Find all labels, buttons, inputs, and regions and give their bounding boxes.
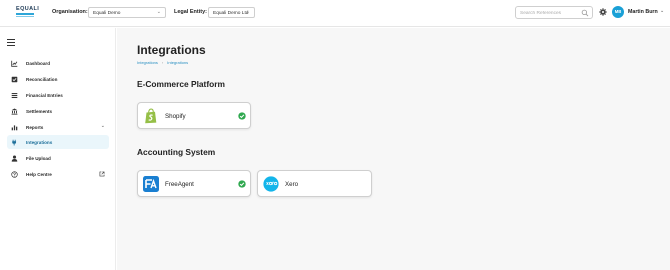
sidebar: Dashboard Reconciliation Financial Entri… — [0, 28, 116, 270]
organisation-label: Organisation: — [52, 9, 88, 15]
equali-logo[interactable]: EQUALI — [16, 6, 40, 17]
breadcrumb-current[interactable]: Integrations — [167, 60, 188, 65]
xero-logo-icon — [263, 176, 279, 192]
organisation-value: Equali Demo — [93, 10, 121, 16]
sidebar-item-integrations[interactable]: Integrations — [7, 135, 109, 149]
sidebar-item-dashboard[interactable]: Dashboard — [7, 56, 109, 70]
page-title: Integrations — [137, 43, 206, 57]
integration-card-freeagent[interactable]: FreeAgent — [137, 170, 251, 197]
sidebar-item-settlements[interactable]: Settlements — [7, 104, 109, 118]
integration-card-xero[interactable]: Xero — [257, 170, 372, 197]
sidebar-item-help-centre[interactable]: Help Centre — [7, 167, 109, 181]
chevron-down-icon[interactable]: ⌄ — [660, 8, 664, 14]
section-title-ecommerce: E-Commerce Platform — [137, 79, 225, 89]
sidebar-item-label: Reports — [26, 124, 44, 130]
user-name[interactable]: Martin Burn — [628, 9, 658, 15]
sidebar-item-label: Integrations — [26, 139, 53, 145]
logo-underline — [16, 13, 34, 15]
sidebar-item-file-upload[interactable]: File Upload — [7, 151, 109, 165]
search-box — [515, 6, 593, 19]
sidebar-item-label: Financial Entries — [26, 92, 63, 98]
integration-card-shopify[interactable]: Shopify — [137, 102, 251, 129]
sidebar-item-label: Dashboard — [26, 60, 50, 66]
menu-icon[interactable] — [7, 39, 15, 46]
logo-underline-secondary — [16, 15, 34, 17]
breadcrumb-link[interactable]: Integrations — [137, 60, 158, 65]
breadcrumb-separator: › — [161, 60, 164, 65]
list-icon — [11, 92, 18, 98]
breadcrumb: Integrations › Integrations — [137, 60, 188, 65]
checkbox-icon — [11, 76, 18, 82]
search-icon[interactable] — [581, 9, 589, 17]
plug-icon — [12, 139, 17, 145]
main-content: Integrations Integrations › Integrations E… — [117, 28, 670, 270]
top-bar: EQUALI Organisation: Equali Demo ⌄ Legal… — [0, 0, 670, 27]
chevron-down-icon: ⌄ — [245, 9, 250, 15]
logo-text: EQUALI — [16, 6, 40, 12]
chevron-down-icon[interactable]: ⌄ — [101, 123, 105, 129]
freeagent-logo-icon — [143, 176, 159, 192]
sidebar-item-reconciliation[interactable]: Reconciliation — [7, 72, 109, 86]
connected-check-icon — [238, 112, 246, 120]
bank-icon — [11, 108, 18, 115]
legal-entity-select[interactable]: Equali Demo Ltd ⌄ — [208, 7, 255, 18]
external-link-icon[interactable] — [99, 171, 105, 177]
search-input[interactable] — [520, 9, 580, 17]
gear-icon[interactable] — [599, 8, 607, 16]
sidebar-item-label: File Upload — [26, 155, 51, 161]
integration-name: Xero — [285, 181, 299, 188]
chart-icon — [11, 60, 18, 67]
sidebar-item-label: Settlements — [26, 108, 53, 114]
integration-name: Shopify — [165, 113, 186, 120]
legal-entity-label: Legal Entity: — [174, 9, 208, 15]
help-icon — [11, 170, 18, 178]
upload-icon — [11, 155, 18, 162]
sidebar-item-reports[interactable]: Reports ⌄ — [7, 120, 109, 134]
section-title-accounting: Accounting System — [137, 147, 216, 157]
shopify-logo-icon — [145, 108, 157, 124]
connected-check-icon — [238, 180, 246, 188]
bar-chart-icon — [11, 124, 18, 130]
sidebar-item-financial-entries[interactable]: Financial Entries — [7, 88, 109, 102]
sidebar-item-label: Reconciliation — [26, 76, 58, 82]
organisation-select[interactable]: Equali Demo ⌄ — [88, 7, 166, 18]
sidebar-item-label: Help Centre — [26, 171, 52, 177]
integration-name: FreeAgent — [165, 181, 194, 188]
chevron-down-icon: ⌄ — [156, 9, 161, 15]
avatar[interactable]: MB — [612, 6, 624, 18]
legal-entity-value: Equali Demo Ltd — [213, 10, 249, 16]
